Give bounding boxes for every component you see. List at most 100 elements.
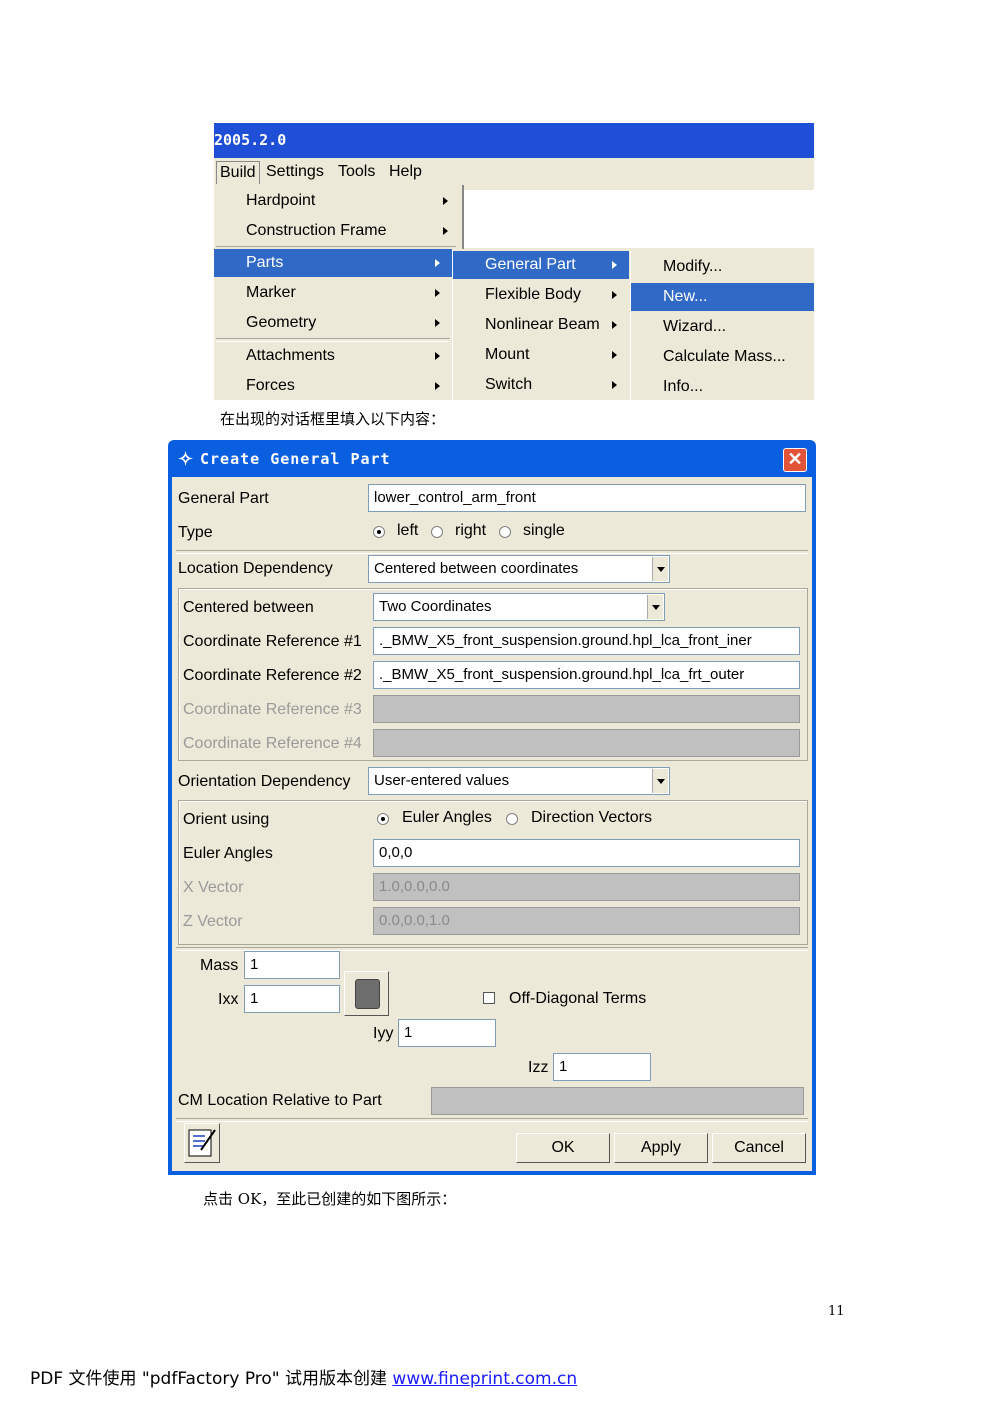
- menu-item-label: New...: [663, 288, 708, 305]
- centered-between-select[interactable]: Two Coordinates: [373, 593, 665, 621]
- menu-item-label: Info...: [663, 378, 704, 395]
- menu-item-mount[interactable]: Mount: [453, 341, 629, 369]
- menu-item-label: General Part: [485, 256, 576, 273]
- type-left-label: left: [397, 522, 419, 539]
- submenu-arrow-icon: [612, 381, 617, 389]
- location-dependency-select[interactable]: Centered between coordinates: [368, 555, 670, 583]
- menu-item-attachments[interactable]: Attachments: [214, 342, 452, 370]
- menu-item-geometry[interactable]: Geometry: [214, 309, 452, 337]
- submenu-arrow-icon: [612, 351, 617, 359]
- coord-ref2-label: Coordinate Reference #2: [183, 667, 362, 684]
- caption-fill-dialog: 在出现的对话框里填入以下内容：: [220, 410, 446, 428]
- general-part-input[interactable]: lower_control_arm_front: [368, 484, 806, 512]
- menu-item-modify[interactable]: Modify...: [631, 253, 814, 281]
- divider: [176, 550, 808, 554]
- menu-item-calculate-mass[interactable]: Calculate Mass...: [631, 343, 814, 371]
- coord-ref2-input[interactable]: ._BMW_X5_front_suspension.ground.hpl_lca…: [373, 661, 800, 689]
- orient-using-label: Orient using: [183, 811, 270, 828]
- type-single-label: single: [523, 522, 565, 539]
- menu-item-label: Forces: [246, 377, 295, 394]
- orientation-dependency-select[interactable]: User-entered values: [368, 767, 670, 795]
- menu-item-construction-frame[interactable]: Construction Frame: [214, 217, 460, 245]
- type-left-radio[interactable]: [373, 526, 385, 538]
- menu-item-label: Hardpoint: [246, 192, 316, 209]
- orient-euler-radio[interactable]: [377, 813, 389, 825]
- menu-item-label: Modify...: [663, 258, 723, 275]
- footer-link[interactable]: www.fineprint.com.cn: [392, 1369, 577, 1389]
- cm-location-label: CM Location Relative to Part: [178, 1092, 382, 1109]
- menu-item-nonlinear-beam[interactable]: Nonlinear Beam: [453, 311, 629, 339]
- menu-item-flexible-body[interactable]: Flexible Body: [453, 281, 629, 309]
- menu-item-info[interactable]: Info...: [631, 373, 814, 400]
- cm-location-input[interactable]: [431, 1087, 804, 1115]
- orient-direction-radio[interactable]: [506, 813, 518, 825]
- z-vector-input: 0.0,0.0,1.0: [373, 907, 800, 935]
- menu-item-new[interactable]: New...: [631, 283, 814, 311]
- iyy-input[interactable]: 1: [398, 1019, 496, 1047]
- menu-item-switch[interactable]: Switch: [453, 371, 629, 399]
- type-label: Type: [178, 524, 213, 541]
- orientation-dependency-label: Orientation Dependency: [178, 773, 351, 790]
- off-diagonal-checkbox[interactable]: [483, 992, 495, 1004]
- notes-button[interactable]: [184, 1123, 220, 1163]
- izz-label: Izz: [528, 1059, 549, 1076]
- euler-angles-input[interactable]: 0,0,0: [373, 839, 800, 867]
- cancel-button[interactable]: Cancel: [712, 1133, 806, 1163]
- orient-euler-label: Euler Angles: [402, 809, 492, 826]
- type-single-radio[interactable]: [499, 526, 511, 538]
- type-right-radio[interactable]: [431, 526, 443, 538]
- menu-item-label: Wizard...: [663, 318, 727, 335]
- apply-button[interactable]: Apply: [614, 1133, 708, 1163]
- menu-item-label: Geometry: [246, 314, 317, 331]
- submenu-arrow-icon: [612, 321, 617, 329]
- z-vector-label: Z Vector: [183, 913, 243, 930]
- notepad-icon: [188, 1129, 216, 1157]
- menu-bar: Build Settings Tools Help: [214, 158, 814, 185]
- close-icon: ✕: [787, 449, 803, 469]
- chevron-down-icon[interactable]: [652, 769, 668, 793]
- general-part-label: General Part: [178, 490, 269, 507]
- menu-screenshot: 2005.2.0 Build Settings Tools Help Hardp…: [214, 123, 814, 400]
- menu-item-hardpoint[interactable]: Hardpoint: [214, 187, 460, 215]
- chevron-down-icon[interactable]: [652, 557, 668, 581]
- menu-item-general-part[interactable]: General Part: [453, 251, 629, 279]
- footer-text: PDF 文件使用 "pdfFactory Pro" 试用版本创建: [30, 1369, 393, 1389]
- chevron-down-icon[interactable]: [647, 595, 663, 619]
- menu-item-label: Marker: [246, 284, 296, 301]
- create-general-part-dialog: ✧ Create General Part ✕ General Part low…: [168, 440, 816, 1175]
- izz-input[interactable]: 1: [553, 1053, 651, 1081]
- menu-help[interactable]: Help: [386, 161, 425, 183]
- dialog-title-bar: ✧ Create General Part ✕: [168, 440, 816, 477]
- menu-item-marker[interactable]: Marker: [214, 279, 452, 307]
- submenu-arrow-icon: [435, 289, 440, 297]
- ok-button[interactable]: OK: [516, 1133, 610, 1163]
- menu-item-label: Parts: [246, 254, 284, 271]
- coord-ref3-label: Coordinate Reference #3: [183, 701, 362, 718]
- menu-item-label: Mount: [485, 346, 530, 363]
- build-menu: Hardpoint Construction Frame Parts Marke…: [214, 185, 464, 400]
- ixx-label: Ixx: [218, 991, 239, 1008]
- menu-item-label: Switch: [485, 376, 533, 393]
- submenu-arrow-icon: [443, 227, 448, 235]
- menu-item-parts[interactable]: Parts: [214, 249, 452, 277]
- menu-tools[interactable]: Tools: [335, 161, 378, 183]
- dialog-body: General Part lower_control_arm_front Typ…: [172, 477, 812, 1171]
- submenu-arrow-icon: [612, 261, 617, 269]
- menu-item-label: Calculate Mass...: [663, 348, 786, 365]
- background-area: [464, 190, 814, 248]
- centered-between-value: Two Coordinates: [379, 598, 492, 615]
- ixx-input[interactable]: 1: [244, 985, 340, 1013]
- mass-input[interactable]: 1: [244, 951, 340, 979]
- coord-ref1-input[interactable]: ._BMW_X5_front_suspension.ground.hpl_lca…: [373, 627, 800, 655]
- dialog-title: Create General Part: [200, 450, 391, 468]
- orientation-dependency-value: User-entered values: [374, 772, 510, 789]
- off-diagonal-label: Off-Diagonal Terms: [509, 990, 647, 1007]
- page-number: 11: [828, 1304, 845, 1319]
- submenu-arrow-icon: [435, 382, 440, 390]
- menu-item-wizard[interactable]: Wizard...: [631, 313, 814, 341]
- menu-item-forces[interactable]: Forces: [214, 372, 452, 400]
- menu-settings[interactable]: Settings: [263, 161, 327, 183]
- menu-build[interactable]: Build: [216, 161, 260, 184]
- color-picker-button[interactable]: [344, 971, 389, 1016]
- close-button[interactable]: ✕: [783, 448, 807, 472]
